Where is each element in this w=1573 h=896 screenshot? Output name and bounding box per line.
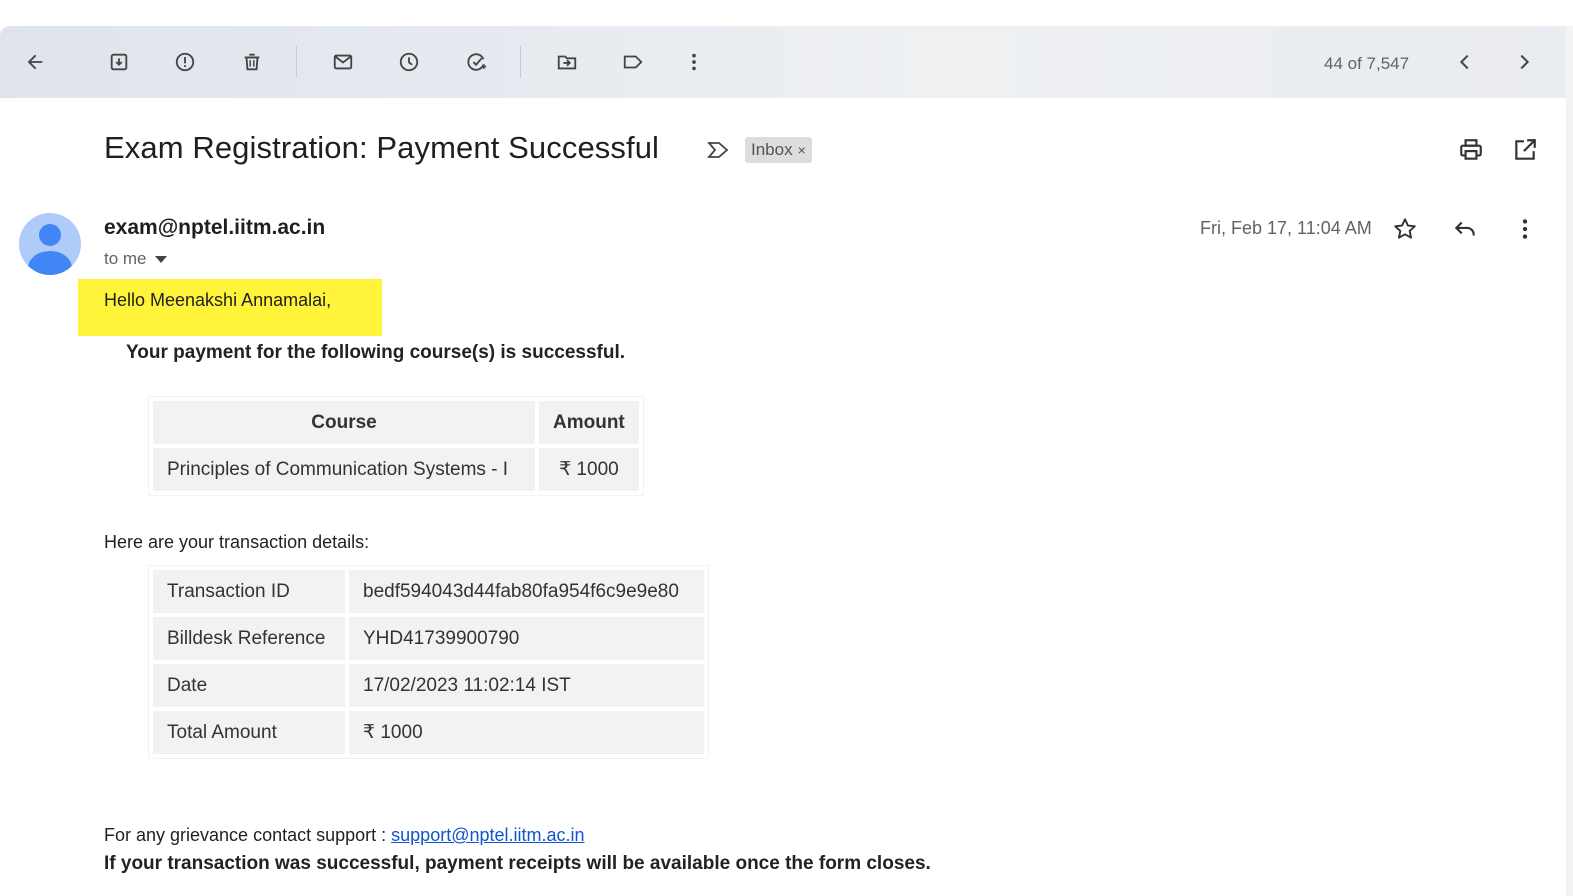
sender-avatar[interactable] xyxy=(19,213,81,275)
course-amount: ₹ 1000 xyxy=(539,448,639,491)
print-icon[interactable] xyxy=(1455,134,1487,166)
inbox-label-chip[interactable]: Inbox × xyxy=(745,137,812,163)
email-date: Fri, Feb 17, 11:04 AM xyxy=(1200,218,1372,238)
sender-address[interactable]: exam@nptel.iitm.ac.in xyxy=(104,216,325,240)
toolbar-divider xyxy=(520,46,521,78)
transaction-id-value: bedf594043d44fab80fa954f6c9e9e80 xyxy=(349,570,704,613)
course-table: Course Amount Principles of Communicatio… xyxy=(149,397,643,495)
transaction-table: Transaction ID bedf594043d44fab80fa954f6… xyxy=(149,566,708,758)
email-subject: Exam Registration: Payment Successful xyxy=(104,130,660,165)
toolbar-divider xyxy=(296,46,297,78)
avatar-body xyxy=(28,251,72,275)
table-row: Billdesk Reference YHD41739900790 xyxy=(153,617,704,660)
right-edge xyxy=(1566,26,1573,896)
course-header: Course xyxy=(153,401,535,444)
total-amount-value: ₹ 1000 xyxy=(349,711,704,754)
message-count: 44 of 7,547 xyxy=(1324,54,1410,73)
table-row: Transaction ID bedf594043d44fab80fa954f6… xyxy=(153,570,704,613)
remove-label-icon[interactable]: × xyxy=(798,142,806,158)
inbox-label-text: Inbox xyxy=(751,140,793,159)
payment-success-message: Your payment for the following course(s)… xyxy=(126,342,626,363)
reply-icon[interactable] xyxy=(1449,213,1481,245)
greeting-highlight: Hello Meenakshi Annamalai, xyxy=(78,279,382,336)
recipient-text: to me xyxy=(104,249,147,268)
support-prefix: For any grievance contact support : xyxy=(104,825,392,845)
caret-down-icon xyxy=(154,256,167,264)
delete-icon[interactable] xyxy=(234,44,270,80)
billdesk-reference-value: YHD41739900790 xyxy=(349,617,704,660)
importance-marker-icon[interactable] xyxy=(706,139,732,161)
add-to-tasks-icon[interactable] xyxy=(459,44,495,80)
amount-header: Amount xyxy=(539,401,639,444)
transaction-id-label: Transaction ID xyxy=(153,570,345,613)
avatar-head xyxy=(39,224,61,246)
date-value: 17/02/2023 11:02:14 IST xyxy=(349,664,704,707)
total-amount-label: Total Amount xyxy=(153,711,345,754)
table-row: Total Amount ₹ 1000 xyxy=(153,711,704,754)
receipts-note: If your transaction was successful, paym… xyxy=(104,853,931,874)
support-email-link[interactable]: support@nptel.iitm.ac.in xyxy=(391,825,584,845)
email-toolbar: 44 of 7,547 xyxy=(0,26,1566,98)
table-row: Principles of Communication Systems - I … xyxy=(153,448,639,491)
recipient-details-toggle[interactable]: to me xyxy=(104,249,167,269)
table-header-row: Course Amount xyxy=(153,401,639,444)
support-line: For any grievance contact support : supp… xyxy=(104,825,585,846)
billdesk-reference-label: Billdesk Reference xyxy=(153,617,345,660)
date-label: Date xyxy=(153,664,345,707)
label-icon[interactable] xyxy=(615,44,651,80)
move-to-icon[interactable] xyxy=(549,44,585,80)
report-spam-icon[interactable] xyxy=(167,44,203,80)
older-chevron-right-icon[interactable] xyxy=(1506,44,1542,80)
transaction-intro: Here are your transaction details: xyxy=(104,532,370,552)
snooze-icon[interactable] xyxy=(391,44,427,80)
course-name: Principles of Communication Systems - I xyxy=(153,448,535,491)
newer-chevron-left-icon[interactable] xyxy=(1447,44,1483,80)
back-arrow-icon[interactable] xyxy=(17,44,53,80)
star-icon[interactable] xyxy=(1389,213,1421,245)
open-in-new-window-icon[interactable] xyxy=(1509,134,1541,166)
table-row: Date 17/02/2023 11:02:14 IST xyxy=(153,664,704,707)
top-strip xyxy=(0,0,1573,26)
mark-unread-icon[interactable] xyxy=(325,44,361,80)
archive-icon[interactable] xyxy=(101,44,137,80)
greeting: Hello Meenakshi Annamalai, xyxy=(104,290,332,310)
more-options-icon[interactable] xyxy=(1509,213,1541,245)
more-vert-icon[interactable] xyxy=(676,44,712,80)
